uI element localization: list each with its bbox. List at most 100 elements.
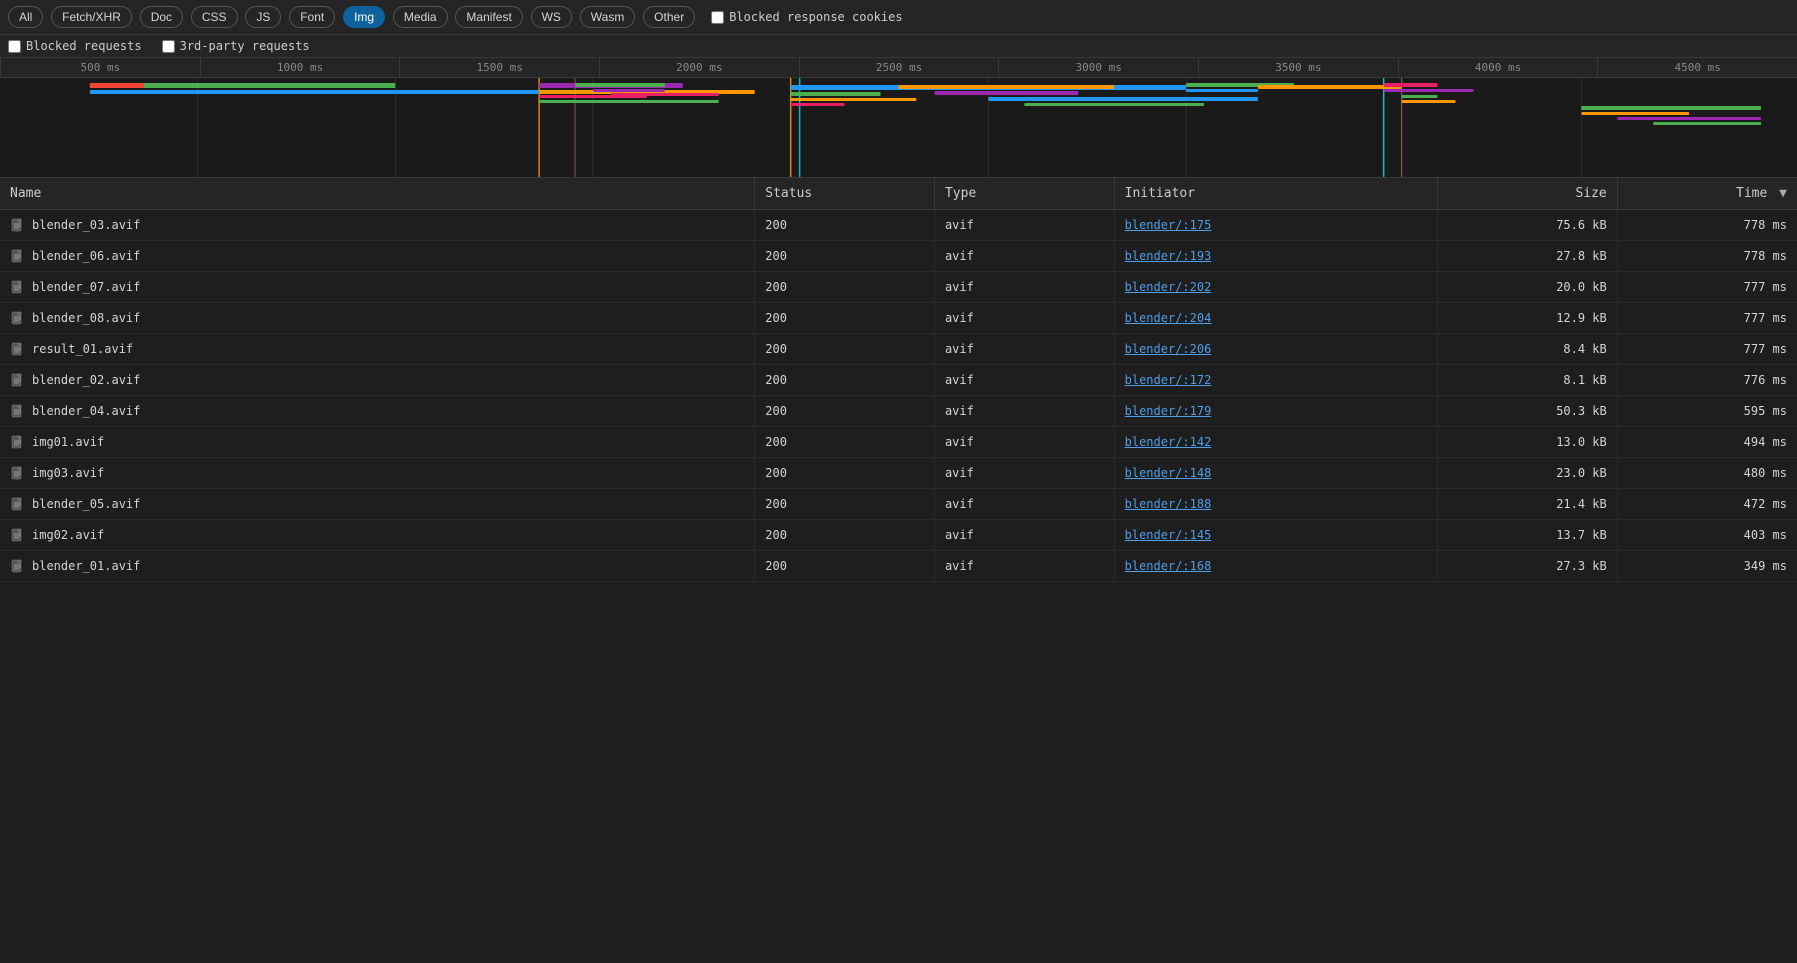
cell-initiator[interactable]: blender/:168 bbox=[1114, 551, 1437, 582]
cell-size: 50.3 kB bbox=[1438, 396, 1618, 427]
cell-status: 200 bbox=[755, 427, 935, 458]
initiator-link[interactable]: blender/:202 bbox=[1125, 280, 1212, 294]
col-size-header[interactable]: Size bbox=[1438, 178, 1618, 210]
cell-time: 595 ms bbox=[1617, 396, 1797, 427]
cell-initiator[interactable]: blender/:145 bbox=[1114, 520, 1437, 551]
col-type-header[interactable]: Type bbox=[934, 178, 1114, 210]
timeline-bars bbox=[0, 78, 1797, 177]
timeline-tick: 2500 ms bbox=[799, 58, 999, 77]
table-row[interactable]: blender_02.avif 200avifblender/:1728.1 k… bbox=[0, 365, 1797, 396]
initiator-link[interactable]: blender/:145 bbox=[1125, 528, 1212, 542]
filter-btn-css[interactable]: CSS bbox=[191, 6, 238, 28]
cell-initiator[interactable]: blender/:204 bbox=[1114, 303, 1437, 334]
filename: blender_02.avif bbox=[32, 373, 140, 387]
initiator-link[interactable]: blender/:179 bbox=[1125, 404, 1212, 418]
cell-type: avif bbox=[934, 272, 1114, 303]
cell-type: avif bbox=[934, 396, 1114, 427]
filter-btn-doc[interactable]: Doc bbox=[140, 6, 183, 28]
blocked-requests-checkbox[interactable] bbox=[8, 40, 21, 53]
table-row[interactable]: blender_07.avif 200avifblender/:20220.0 … bbox=[0, 272, 1797, 303]
initiator-link[interactable]: blender/:204 bbox=[1125, 311, 1212, 325]
col-initiator-header[interactable]: Initiator bbox=[1114, 178, 1437, 210]
cell-size: 27.8 kB bbox=[1438, 241, 1618, 272]
cell-initiator[interactable]: blender/:193 bbox=[1114, 241, 1437, 272]
file-icon bbox=[10, 217, 26, 233]
filename: img02.avif bbox=[32, 528, 104, 542]
table-row[interactable]: img01.avif 200avifblender/:14213.0 kB494… bbox=[0, 427, 1797, 458]
col-time-header[interactable]: Time ▼ bbox=[1617, 178, 1797, 210]
blocked-requests-text: Blocked requests bbox=[26, 39, 142, 53]
table-row[interactable]: img02.avif 200avifblender/:14513.7 kB403… bbox=[0, 520, 1797, 551]
cell-type: avif bbox=[934, 365, 1114, 396]
cell-initiator[interactable]: blender/:179 bbox=[1114, 396, 1437, 427]
cell-name: blender_07.avif bbox=[0, 272, 755, 303]
filename: blender_04.avif bbox=[32, 404, 140, 418]
filename: blender_05.avif bbox=[32, 497, 140, 511]
initiator-link[interactable]: blender/:206 bbox=[1125, 342, 1212, 356]
timeline-ruler: 500 ms1000 ms1500 ms2000 ms2500 ms3000 m… bbox=[0, 58, 1797, 78]
cell-initiator[interactable]: blender/:175 bbox=[1114, 210, 1437, 241]
table-row[interactable]: blender_05.avif 200avifblender/:18821.4 … bbox=[0, 489, 1797, 520]
blocked-response-cookies-checkbox[interactable] bbox=[711, 11, 724, 24]
initiator-link[interactable]: blender/:168 bbox=[1125, 559, 1212, 573]
cell-size: 75.6 kB bbox=[1438, 210, 1618, 241]
cell-initiator[interactable]: blender/:142 bbox=[1114, 427, 1437, 458]
filter-btn-media[interactable]: Media bbox=[393, 6, 448, 28]
filter-btn-img[interactable]: Img bbox=[343, 6, 385, 28]
cell-type: avif bbox=[934, 551, 1114, 582]
initiator-link[interactable]: blender/:148 bbox=[1125, 466, 1212, 480]
cell-status: 200 bbox=[755, 303, 935, 334]
cell-type: avif bbox=[934, 241, 1114, 272]
third-party-requests-label[interactable]: 3rd-party requests bbox=[162, 39, 310, 53]
third-party-requests-checkbox[interactable] bbox=[162, 40, 175, 53]
table-row[interactable]: blender_01.avif 200avifblender/:16827.3 … bbox=[0, 551, 1797, 582]
initiator-link[interactable]: blender/:175 bbox=[1125, 218, 1212, 232]
cell-type: avif bbox=[934, 520, 1114, 551]
initiator-link[interactable]: blender/:142 bbox=[1125, 435, 1212, 449]
file-icon bbox=[10, 465, 26, 481]
cell-initiator[interactable]: blender/:206 bbox=[1114, 334, 1437, 365]
cell-initiator[interactable]: blender/:148 bbox=[1114, 458, 1437, 489]
table-row[interactable]: img03.avif 200avifblender/:14823.0 kB480… bbox=[0, 458, 1797, 489]
cell-initiator[interactable]: blender/:188 bbox=[1114, 489, 1437, 520]
filter-btn-all[interactable]: All bbox=[8, 6, 43, 28]
table-row[interactable]: blender_06.avif 200avifblender/:19327.8 … bbox=[0, 241, 1797, 272]
cell-initiator[interactable]: blender/:172 bbox=[1114, 365, 1437, 396]
third-party-requests-text: 3rd-party requests bbox=[180, 39, 310, 53]
filter-btn-ws[interactable]: WS bbox=[531, 6, 572, 28]
filter-btn-wasm[interactable]: Wasm bbox=[580, 6, 636, 28]
table-row[interactable]: blender_03.avif 200avifblender/:17575.6 … bbox=[0, 210, 1797, 241]
cell-time: 494 ms bbox=[1617, 427, 1797, 458]
table-row[interactable]: blender_08.avif 200avifblender/:20412.9 … bbox=[0, 303, 1797, 334]
blocked-requests-label[interactable]: Blocked requests bbox=[8, 39, 142, 53]
filename: img01.avif bbox=[32, 435, 104, 449]
filename: blender_01.avif bbox=[32, 559, 140, 573]
blocked-response-cookies-label[interactable]: Blocked response cookies bbox=[711, 10, 902, 24]
cell-time: 777 ms bbox=[1617, 272, 1797, 303]
cell-type: avif bbox=[934, 427, 1114, 458]
timeline-tick: 1000 ms bbox=[200, 58, 400, 77]
initiator-link[interactable]: blender/:172 bbox=[1125, 373, 1212, 387]
cell-time: 778 ms bbox=[1617, 210, 1797, 241]
cell-name: img03.avif bbox=[0, 458, 755, 489]
filter-btn-js[interactable]: JS bbox=[245, 6, 281, 28]
filter-btn-manifest[interactable]: Manifest bbox=[455, 6, 522, 28]
initiator-link[interactable]: blender/:188 bbox=[1125, 497, 1212, 511]
file-icon bbox=[10, 527, 26, 543]
filter-btn-font[interactable]: Font bbox=[289, 6, 335, 28]
cell-size: 8.4 kB bbox=[1438, 334, 1618, 365]
cell-time: 403 ms bbox=[1617, 520, 1797, 551]
filter-btn-other[interactable]: Other bbox=[643, 6, 695, 28]
filter-btn-fetch-xhr[interactable]: Fetch/XHR bbox=[51, 6, 132, 28]
table-row[interactable]: result_01.avif 200avifblender/:2068.4 kB… bbox=[0, 334, 1797, 365]
timeline-tick: 500 ms bbox=[0, 58, 200, 77]
table-row[interactable]: blender_04.avif 200avifblender/:17950.3 … bbox=[0, 396, 1797, 427]
col-name-header[interactable]: Name bbox=[0, 178, 755, 210]
filename: blender_03.avif bbox=[32, 218, 140, 232]
initiator-link[interactable]: blender/:193 bbox=[1125, 249, 1212, 263]
cell-status: 200 bbox=[755, 210, 935, 241]
cell-initiator[interactable]: blender/:202 bbox=[1114, 272, 1437, 303]
cell-status: 200 bbox=[755, 520, 935, 551]
col-status-header[interactable]: Status bbox=[755, 178, 935, 210]
timeline-tick: 3000 ms bbox=[998, 58, 1198, 77]
